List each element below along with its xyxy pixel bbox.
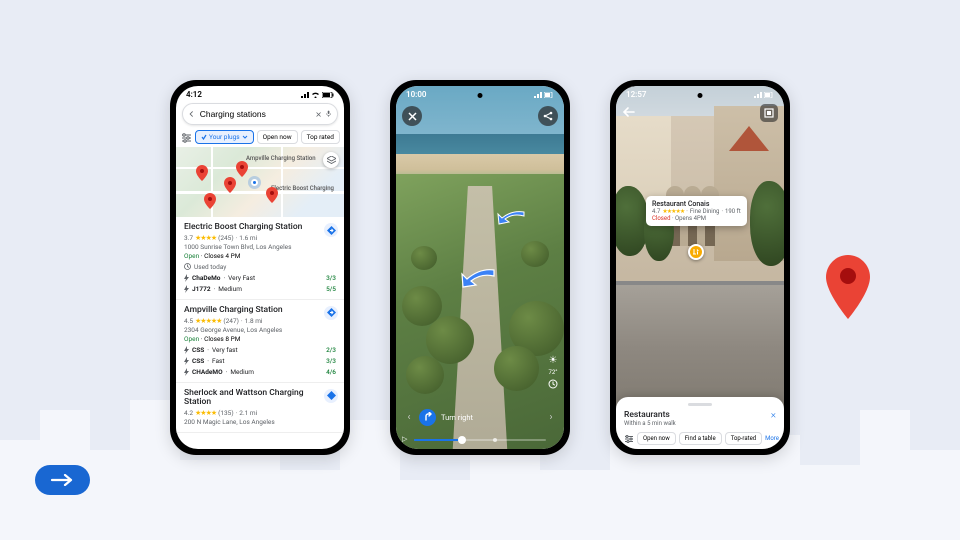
- map[interactable]: Ampville Charging Station Electric Boost…: [176, 147, 344, 217]
- plug-row: CSS·Very fast2/3: [184, 346, 336, 354]
- directions-button[interactable]: [324, 306, 338, 320]
- weather-widget[interactable]: ☀ 72°: [548, 355, 558, 389]
- status-time: 10:00: [406, 90, 426, 99]
- chip-find-a-table[interactable]: Find a table: [679, 432, 722, 445]
- close-button[interactable]: [402, 106, 422, 126]
- chip-open-now[interactable]: Open now: [637, 432, 676, 445]
- result-title: Sherlock and Wattson Charging Station: [184, 389, 336, 409]
- result-address: 2304 George Avenue, Los Angeles: [184, 326, 336, 334]
- rating-row: 3.7 ★★★★ (245)· 1.6 mi: [184, 234, 336, 242]
- status-bar: 4:12: [176, 86, 344, 101]
- search-input[interactable]: [200, 109, 311, 119]
- search-bar[interactable]: [182, 103, 338, 125]
- result-title: Electric Boost Charging Station: [184, 223, 336, 233]
- camera-hole: [698, 93, 703, 98]
- sheet-title: Restaurants: [624, 410, 676, 420]
- clear-icon[interactable]: [316, 110, 321, 119]
- chip-top-rated[interactable]: Top rated: [301, 130, 340, 144]
- bottom-sheet[interactable]: Restaurants Within a 5 min walk × Open n…: [616, 397, 784, 449]
- result-item[interactable]: Sherlock and Wattson Charging Station 4.…: [176, 383, 344, 434]
- sheet-subtitle: Within a 5 min walk: [624, 420, 676, 427]
- directions-button[interactable]: [324, 223, 338, 237]
- back-icon[interactable]: [189, 109, 195, 119]
- phone-2: 10:00: [390, 80, 570, 455]
- result-hours: Open · Closes 8 PM: [184, 335, 336, 343]
- chip-label: Your plugs: [209, 133, 240, 141]
- sheet-handle[interactable]: [688, 403, 712, 406]
- prev-step-button[interactable]: ‹: [404, 412, 414, 423]
- status-time: 4:12: [186, 90, 202, 99]
- toggle-view-button[interactable]: [760, 104, 778, 122]
- sheet-chips-row: Open now Find a table Top-rated More: [624, 432, 776, 445]
- filter-chips-row: Your plugs Open now Top rated: [176, 127, 344, 147]
- results-list: Electric Boost Charging Station 3.7 ★★★★…: [176, 217, 344, 433]
- direction-text: Turn right: [441, 413, 541, 422]
- temperature: 72°: [549, 369, 558, 376]
- plug-row: CSS·Fast3/3: [184, 357, 336, 365]
- rating-row: 4.5★★★★★(247)·1.8 mi: [184, 317, 336, 325]
- chip-open-now[interactable]: Open now: [257, 130, 298, 144]
- result-title: Ampville Charging Station: [184, 306, 336, 316]
- route-progress[interactable]: [414, 439, 546, 441]
- history-icon: [548, 379, 558, 389]
- back-button[interactable]: [622, 104, 636, 123]
- phone-1: 4:12 Your plugs: [170, 80, 350, 455]
- sheet-close-button[interactable]: ×: [771, 410, 776, 421]
- layers-button[interactable]: [323, 152, 339, 168]
- map-poi-label: Electric Boost Charging: [271, 185, 334, 192]
- immersive-view[interactable]: 10:00: [396, 86, 564, 449]
- plug-row: CHAdeMO·Medium4/6: [184, 368, 336, 376]
- more-filters-link[interactable]: More: [765, 435, 779, 442]
- mic-icon[interactable]: [326, 108, 331, 120]
- status-icons: [754, 92, 774, 98]
- plug-row: J1772·Medium5/5: [184, 285, 336, 293]
- used-today-row: Used today: [184, 263, 336, 271]
- phone-3: 12:57 Restaurant Conais 4.7★★★★★·Fine Di…: [610, 80, 790, 455]
- status-time: 12:57: [626, 90, 646, 99]
- street-view[interactable]: 12:57 Restaurant Conais 4.7★★★★★·Fine Di…: [616, 86, 784, 449]
- result-address: 200 N Magic Lane, Los Angeles: [184, 418, 336, 426]
- direction-bar: ‹ Turn right ›: [404, 407, 556, 427]
- map-poi-label: Ampville Charging Station: [246, 155, 316, 162]
- rating-row: 4.2★★★★(135)·2.1 mi: [184, 409, 336, 417]
- tune-icon[interactable]: [181, 131, 192, 143]
- result-address: 1000 Sunrise Town Blvd, Los Angeles: [184, 243, 336, 251]
- my-location-dot: [251, 179, 258, 186]
- chip-top-rated[interactable]: Top-rated: [725, 432, 762, 445]
- poi-name: Restaurant Conais: [652, 200, 741, 208]
- arrow-decoration: [35, 465, 90, 495]
- result-item[interactable]: Electric Boost Charging Station 3.7 ★★★★…: [176, 217, 344, 300]
- tune-icon[interactable]: [624, 433, 634, 445]
- result-hours: Open · Closes 4 PM: [184, 252, 336, 260]
- nav-arrow-icon: [458, 266, 496, 290]
- camera-hole: [478, 93, 483, 98]
- status-icons: [534, 92, 554, 98]
- next-step-button[interactable]: ›: [546, 412, 556, 423]
- poi-info-card[interactable]: Restaurant Conais 4.7★★★★★·Fine Dining·1…: [646, 196, 747, 226]
- sun-icon: ☀: [549, 355, 558, 366]
- play-button[interactable]: ▷: [402, 435, 407, 443]
- turn-icon: [419, 409, 436, 426]
- chip-your-plugs[interactable]: Your plugs: [195, 130, 254, 144]
- directions-button[interactable]: [324, 389, 338, 403]
- plug-row: ChaDeMo·Very Fast3/3: [184, 274, 336, 282]
- share-button[interactable]: [538, 106, 558, 126]
- poi-marker[interactable]: [688, 244, 704, 260]
- result-item[interactable]: Ampville Charging Station 4.5★★★★★(247)·…: [176, 300, 344, 383]
- nav-arrow-icon: [496, 208, 526, 226]
- status-icons: [301, 92, 334, 98]
